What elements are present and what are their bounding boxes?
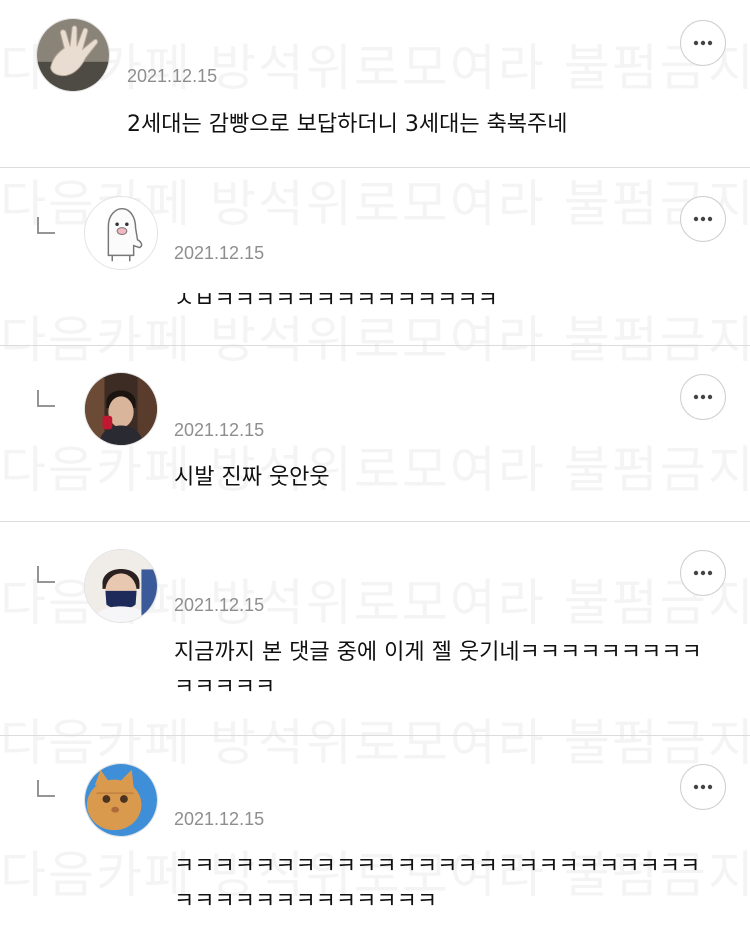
reply-arrow-icon xyxy=(37,390,55,407)
more-options-button[interactable] xyxy=(680,196,726,242)
more-options-button[interactable] xyxy=(680,374,726,420)
user-avatar[interactable] xyxy=(84,372,158,446)
hand-photo-icon xyxy=(37,19,109,91)
more-horizontal-icon xyxy=(693,394,713,400)
person-photo-icon xyxy=(85,373,157,445)
cat-photo-icon xyxy=(85,764,157,836)
cartoon-character-icon xyxy=(85,197,157,269)
reply-item: 2021.12.15 ㅅㅂㅋㅋㅋㅋㅋㅋㅋㅋㅋㅋㅋㅋㅋㅋ xyxy=(0,168,750,346)
comment-date: 2021.12.15 xyxy=(174,595,265,615)
more-options-button[interactable] xyxy=(680,20,726,66)
user-avatar[interactable] xyxy=(84,763,158,837)
comment-date: 2021.12.15 xyxy=(174,420,265,440)
user-avatar[interactable] xyxy=(84,549,158,623)
comment-date: 2021.12.15 xyxy=(174,243,265,263)
more-horizontal-icon xyxy=(693,216,713,222)
more-horizontal-icon xyxy=(693,40,713,46)
reply-arrow-icon xyxy=(37,780,55,797)
comment-text: 지금까지 본 댓글 중에 이게 젤 웃기네ㅋㅋㅋㅋㅋㅋㅋㅋㅋㅋㅋㅋㅋㅋ xyxy=(174,640,702,700)
reply-arrow-icon xyxy=(37,566,55,583)
reply-arrow-icon xyxy=(37,217,55,234)
masked-person-icon xyxy=(85,550,157,622)
reply-item: 2021.12.15 시발 진짜 웃안웃 xyxy=(0,346,750,522)
comment-date: 2021.12.15 xyxy=(174,809,265,829)
reply-item: 2021.12.15 지금까지 본 댓글 중에 이게 젤 웃기네ㅋㅋㅋㅋㅋㅋㅋㅋ… xyxy=(0,522,750,736)
more-options-button[interactable] xyxy=(680,550,726,596)
more-horizontal-icon xyxy=(693,570,713,576)
comment-text: 2세대는 감빵으로 보답하더니 3세대는 축복주네 xyxy=(127,112,568,137)
more-options-button[interactable] xyxy=(680,764,726,810)
reply-item: 2021.12.15 ㅋㅋㅋㅋㅋㅋㅋㅋㅋㅋㅋㅋㅋㅋㅋㅋㅋㅋㅋㅋㅋㅋㅋㅋㅋㅋㅋㅋㅋ… xyxy=(0,736,750,945)
comment-text: 시발 진짜 웃안웃 xyxy=(174,465,330,490)
more-horizontal-icon xyxy=(693,784,713,790)
comment-text: ㅅㅂㅋㅋㅋㅋㅋㅋㅋㅋㅋㅋㅋㅋㅋㅋ xyxy=(174,288,498,313)
user-avatar[interactable] xyxy=(36,18,110,92)
comment-text: ㅋㅋㅋㅋㅋㅋㅋㅋㅋㅋㅋㅋㅋㅋㅋㅋㅋㅋㅋㅋㅋㅋㅋㅋㅋㅋㅋㅋㅋㅋㅋㅋㅋㅋㅋㅋㅋㅋㅋ xyxy=(174,854,701,914)
user-avatar[interactable] xyxy=(84,196,158,270)
comment-date: 2021.12.15 xyxy=(127,66,218,86)
comment-item: 2021.12.15 2세대는 감빵으로 보답하더니 3세대는 축복주네 xyxy=(0,0,750,168)
